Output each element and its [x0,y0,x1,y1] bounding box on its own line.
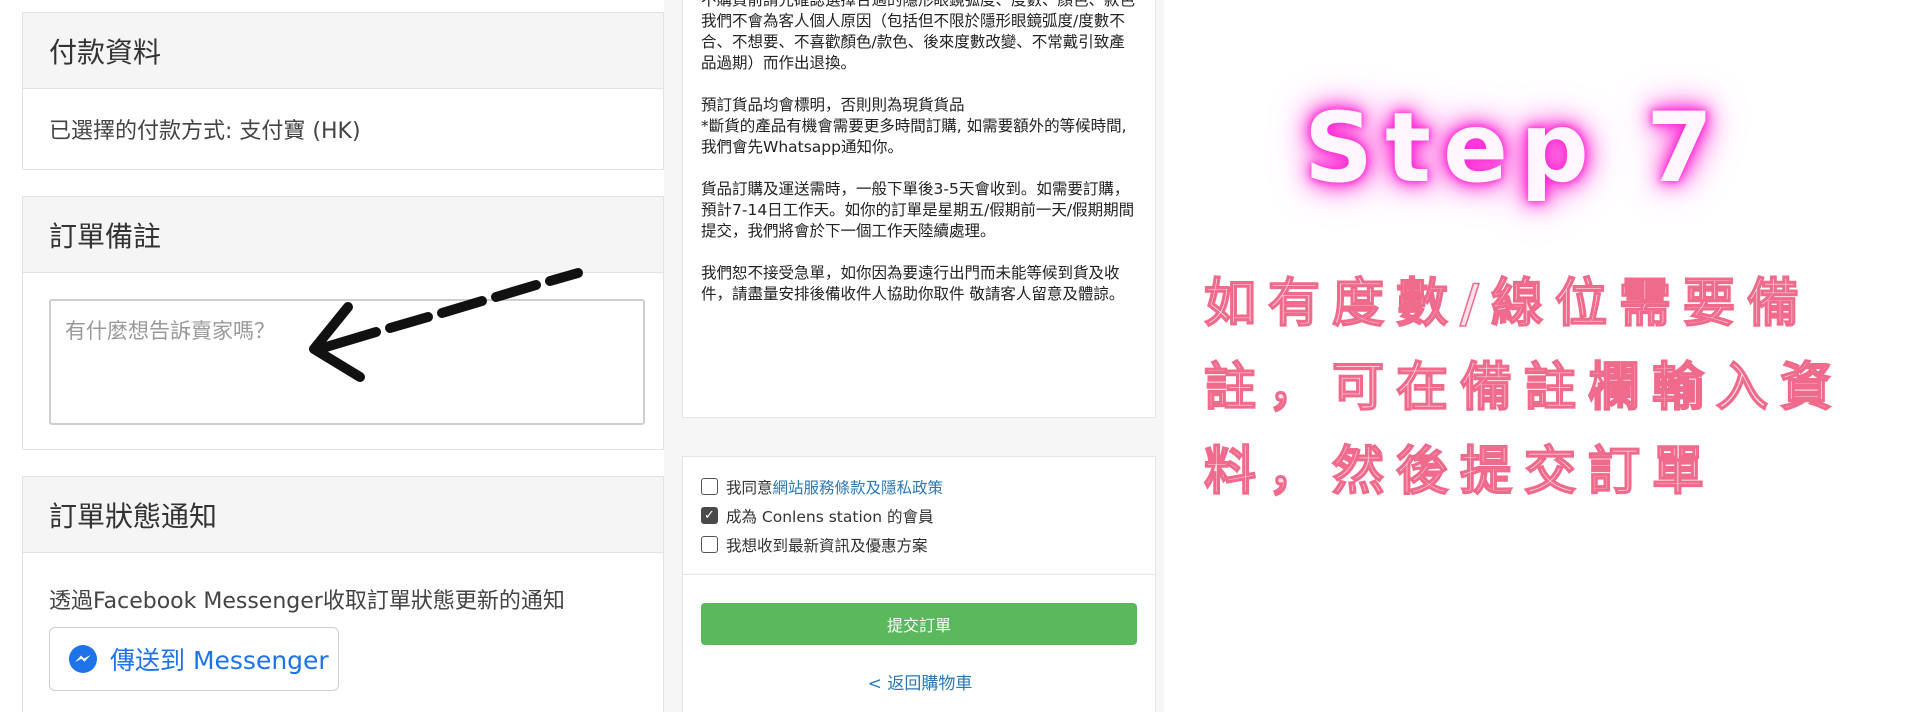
order-remarks-panel: 訂單備註 [22,196,664,450]
order-status-panel: 訂單狀態通知 透過Facebook Messenger收取訂單狀態更新的通知 傳… [22,476,664,712]
instruction-panel: Step 7 如有度數/線位需要備註，可在備註欄輸入資料，然後提交訂單 [1164,0,1920,712]
remarks-panel-title: 訂單備註 [23,197,663,273]
policy-paragraph: 我們恕不接受急單，如你因為要遠行出門而未能等候到貨及收件，請盡量安排後備收件人協… [701,264,1125,303]
order-remarks-input[interactable] [49,299,645,425]
send-to-messenger-button[interactable]: 傳送到 Messenger [49,627,339,691]
checkout-summary-column: 不購買前請先確認選擇合適的隱形眼鏡弧度、度數、顏色、款色 我們不會為客人個人原因… [664,0,1164,712]
step-description: 如有度數/線位需要備註，可在備註欄輸入資料，然後提交訂單 [1203,273,1845,503]
newsletter-checkbox[interactable] [701,536,718,553]
newsletter-checkbox-row[interactable]: 我想收到最新資訊及優惠方案 [683,530,1155,559]
terms-link[interactable]: 網站服務條款及隱私政策 [773,476,944,498]
policy-paragraph: 預訂貨品均會標明，否則則為現貨貨品 *斷貨的產品有機會需要更多時間訂購, 如需要… [701,96,1127,156]
member-checkbox[interactable]: ✓ [701,507,718,524]
member-label: 成為 Conlens station 的會員 [726,507,934,526]
status-panel-title: 訂單狀態通知 [23,477,663,553]
payment-method-text: 已選擇的付款方式: 支付寶 (HK) [49,119,361,144]
member-checkbox-row[interactable]: ✓ 成為 Conlens station 的會員 [683,501,1155,530]
messenger-notify-text: 透過Facebook Messenger收取訂單狀態更新的通知 [49,589,565,614]
payment-panel-title: 付款資料 [23,13,663,89]
agreement-box: 我同意 網站服務條款及隱私政策 ✓ 成為 Conlens station 的會員 … [682,456,1156,712]
policy-paragraph: 貨品訂購及運送需時，一般下單後3-5天會收到。如需要訂購，預計7-14日工作天。… [701,180,1135,240]
checkout-left-column: 付款資料 已選擇的付款方式: 支付寶 (HK) 訂單備註 訂單狀態通知 透過Fa… [0,0,664,712]
agreement-checklist: 我同意 網站服務條款及隱私政策 ✓ 成為 Conlens station 的會員 … [683,457,1155,575]
terms-checkbox[interactable] [701,478,718,495]
policy-paragraph: 不購買前請先確認選擇合適的隱形眼鏡弧度、度數、顏色、款色 我們不會為客人個人原因… [701,0,1136,72]
terms-prefix: 我同意 [726,478,773,497]
step-title: Step 7 [1304,92,1726,204]
messenger-icon [69,645,97,673]
messenger-button-label: 傳送到 Messenger [110,646,329,675]
payment-panel: 付款資料 已選擇的付款方式: 支付寶 (HK) [22,12,664,170]
terms-checkbox-row[interactable]: 我同意 網站服務條款及隱私政策 [683,472,1155,501]
newsletter-label: 我想收到最新資訊及優惠方案 [726,536,928,555]
store-policy-box: 不購買前請先確認選擇合適的隱形眼鏡弧度、度數、顏色、款色 我們不會為客人個人原因… [682,0,1156,418]
back-to-cart-link[interactable]: < 返回購物車 [683,669,1157,694]
submit-order-button[interactable]: 提交訂單 [701,603,1137,645]
